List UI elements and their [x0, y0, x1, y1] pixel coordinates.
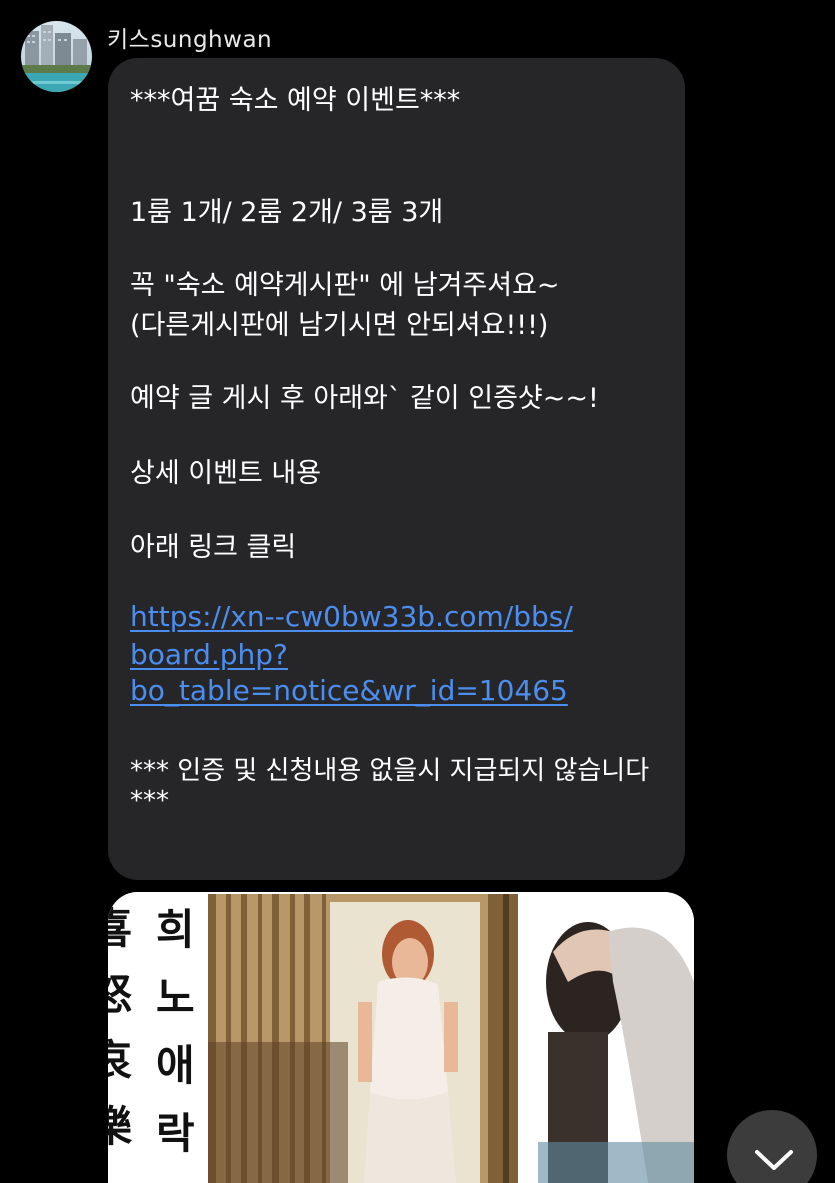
calligraphy-char: 怒 — [108, 970, 133, 1019]
calligraphy-hangul: 희 노 애 락 — [156, 896, 195, 1168]
calligraphy-char: 락 — [156, 1109, 195, 1158]
calligraphy-char: 노 — [156, 973, 195, 1022]
scroll-to-bottom-button[interactable] — [727, 1110, 817, 1183]
chat-screen: 키스sunghwan ***여꿈 숙소 예약 이벤트*** 1룸 1개/ 2룸 … — [0, 0, 835, 1183]
event-link[interactable]: https://xn--cw0bw33b.com/bbs/ — [130, 600, 573, 633]
message-title: ***여꿈 숙소 예약 이벤트*** — [130, 85, 461, 116]
message-bubble[interactable]: ***여꿈 숙소 예약 이벤트*** 1룸 1개/ 2룸 2개/ 3룸 3개 꼭… — [108, 58, 685, 880]
event-link[interactable]: board.php? — [130, 638, 288, 671]
message-footer: *** 인증 및 신청내용 없을시 지급되지 않습니다 — [130, 756, 650, 786]
calligraphy-char: 哀 — [108, 1036, 133, 1085]
message-footer: *** — [130, 786, 169, 816]
message-line: (다른게시판에 남기시면 안되셔요!!!) — [130, 310, 549, 341]
attachment-photo — [108, 892, 694, 1183]
message-line: 아래 링크 클릭 — [130, 532, 297, 563]
sender-name: 키스sunghwan — [107, 27, 273, 53]
calligraphy-char: 희 — [156, 905, 195, 954]
message-line: 1룸 1개/ 2룸 2개/ 3룸 3개 — [130, 197, 444, 228]
message-line: 꼭 "숙소 예약게시판" 에 남겨주셔요~ — [130, 270, 560, 301]
avatar-photo — [21, 21, 92, 92]
message-line: 상세 이벤트 내용 — [130, 458, 322, 489]
calligraphy-char: 애 — [156, 1041, 195, 1090]
avatar[interactable] — [21, 21, 92, 92]
message-line: 예약 글 게시 후 아래와` 같이 인증샷~~! — [130, 383, 599, 414]
calligraphy-char: 喜 — [108, 904, 133, 953]
event-link[interactable]: bo_table=notice&wr_id=10465 — [130, 674, 568, 707]
chevron-down-icon — [755, 1150, 793, 1170]
calligraphy-hanja: 喜 怒 哀 樂 — [108, 896, 132, 1160]
calligraphy-char: 樂 — [108, 1102, 133, 1151]
image-attachment[interactable]: 喜 怒 哀 樂 희 노 애 락 — [108, 892, 694, 1183]
